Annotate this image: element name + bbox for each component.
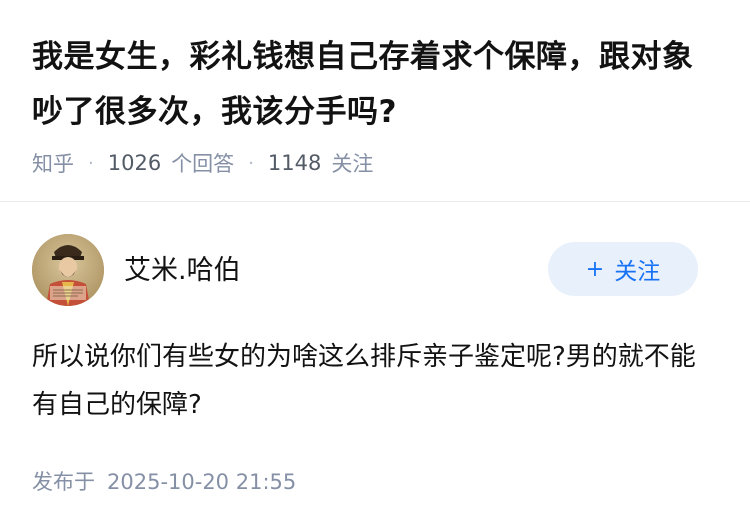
- question-title[interactable]: 我是女生，彩礼钱想自己存着求个保障，跟对象吵了很多次，我该分手吗?: [32, 30, 722, 140]
- question-header: 我是女生，彩礼钱想自己存着求个保障，跟对象吵了很多次，我该分手吗? 知乎 · 1…: [32, 30, 722, 178]
- author-name[interactable]: 艾米.哈伯: [124, 248, 241, 287]
- meta-separator: ·: [248, 152, 254, 174]
- avatar-portrait-icon: [32, 234, 104, 306]
- question-meta: 知乎 · 1026 个回答 · 1148 关注: [32, 148, 722, 178]
- publish-label: 发布于: [32, 470, 95, 494]
- avatar[interactable]: [32, 234, 104, 306]
- meta-separator: ·: [88, 152, 94, 174]
- publish-datetime: 2025-10-20 21:55: [107, 470, 297, 494]
- author-row: 艾米.哈伯 + 关注: [32, 234, 698, 306]
- followers-label: 关注: [331, 152, 374, 176]
- source-label[interactable]: 知乎: [32, 148, 74, 178]
- follow-button-label: 关注: [614, 259, 661, 285]
- answers-label[interactable]: 个回答: [171, 148, 234, 178]
- publish-time: 发布于 2025-10-20 21:55: [32, 466, 296, 496]
- followers-count: 1148: [267, 151, 322, 175]
- section-divider: [0, 201, 750, 202]
- plus-icon: +: [585, 256, 605, 282]
- follow-button[interactable]: + 关注: [548, 242, 698, 296]
- answer-content[interactable]: 所以说你们有些女的为啥这么排斥亲子鉴定呢?男的就不能有自己的保障?: [32, 333, 712, 429]
- answers-count: 1026: [107, 151, 162, 175]
